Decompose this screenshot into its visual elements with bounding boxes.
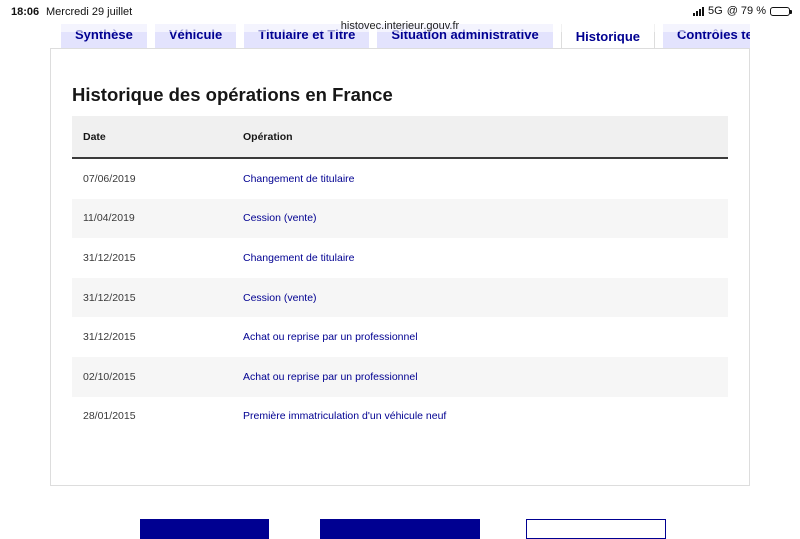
- bottom-primary-button-1[interactable]: [140, 519, 269, 539]
- bottom-secondary-button[interactable]: [526, 519, 666, 539]
- row-operation-link[interactable]: Changement de titulaire: [243, 252, 728, 264]
- table-row: 02/10/2015 Achat ou reprise par un profes…: [72, 356, 728, 397]
- row-operation-link[interactable]: Achat ou reprise par un professionnel: [243, 331, 728, 343]
- address-url[interactable]: histovec.interieur.gouv.fr: [0, 20, 800, 32]
- column-header-date: Date: [83, 130, 106, 143]
- status-date: Mercredi 29 juillet: [46, 6, 133, 18]
- row-date: 28/01/2015: [83, 410, 136, 423]
- row-date: 31/12/2015: [83, 291, 136, 304]
- status-time: 18:06: [11, 6, 40, 18]
- bottom-primary-button-2[interactable]: [320, 519, 480, 539]
- table-body: 07/06/2019 Changement de titulaire 11/04/2…: [72, 159, 728, 436]
- battery-text: @ 79 %: [726, 5, 766, 17]
- row-date: 31/12/2015: [83, 331, 136, 344]
- status-indicators: 5G @ 79 %: [693, 5, 792, 17]
- row-operation-link[interactable]: Cession (vente): [243, 292, 728, 304]
- row-date: 11/04/2019: [83, 212, 135, 225]
- cellular-signal-icon: [693, 6, 705, 16]
- table-header: Date Opération: [72, 116, 728, 159]
- table-row: 31/12/2015 Achat ou reprise par un profes…: [72, 317, 728, 357]
- column-header-operation: Opération: [243, 130, 293, 143]
- battery-icon: [770, 6, 792, 16]
- row-operation-link[interactable]: Changement de titulaire: [243, 173, 728, 185]
- network-type: 5G: [708, 5, 723, 17]
- row-date: 02/10/2015: [83, 370, 136, 383]
- table-row: 07/06/2019 Changement de titulaire: [72, 159, 728, 199]
- operations-table: Date Opération 07/06/2019 Changement de t…: [72, 116, 728, 436]
- page-title: Historique des opérations en France: [72, 84, 393, 105]
- row-operation-link[interactable]: Cession (vente): [243, 212, 728, 224]
- row-date: 31/12/2015: [83, 251, 136, 264]
- table-row: 31/12/2015 Changement de titulaire: [72, 238, 728, 278]
- table-row: 28/01/2015 Première immatriculation d'un …: [72, 397, 728, 437]
- table-row: 31/12/2015 Cession (vente): [72, 277, 728, 318]
- table-row: 11/04/2019 Cession (vente): [72, 198, 728, 239]
- row-operation-link[interactable]: Première immatriculation d'un véhicule n…: [243, 410, 728, 422]
- row-date: 07/06/2019: [83, 172, 136, 185]
- row-operation-link[interactable]: Achat ou reprise par un professionnel: [243, 371, 728, 383]
